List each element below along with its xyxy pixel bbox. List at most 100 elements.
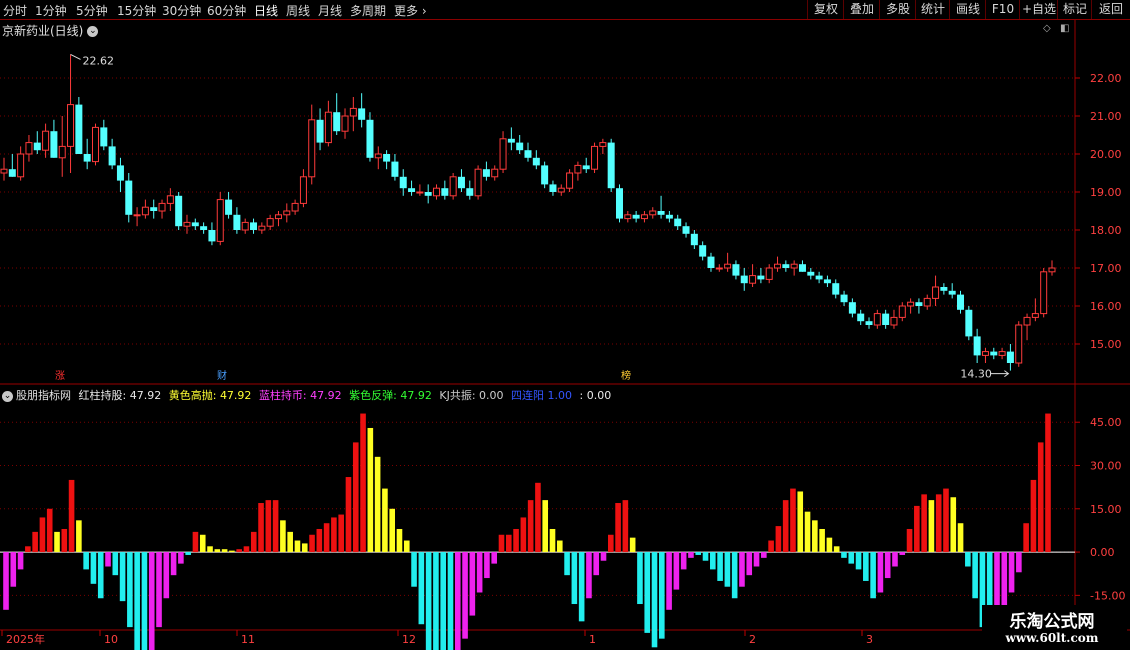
indicator-bar-r (782, 500, 789, 553)
indicator-bar-m (892, 552, 898, 567)
low-price-label: 14.30 (960, 368, 992, 381)
indicator-bar-m (739, 552, 745, 587)
badge-bang[interactable]: 榜 (619, 371, 633, 383)
candle-body-down (732, 264, 740, 276)
indicator-bar-y (199, 534, 206, 553)
indicator-bar-y (54, 531, 60, 553)
candle-body-up (133, 214, 141, 217)
indicator-bar-y (812, 520, 818, 553)
indicator-bar-r (513, 528, 519, 553)
indicator-bar-c (447, 552, 454, 650)
candle-body-down (391, 161, 399, 177)
candle-body-down (250, 222, 258, 230)
indicator-bar-r (1045, 413, 1051, 553)
indicator-bar-r (243, 546, 250, 553)
price-tick-label: 19.00 (1090, 186, 1122, 199)
indicator-bar-c (134, 552, 140, 650)
indicator-bar-r (61, 528, 68, 553)
indicator-bar-y (549, 528, 556, 553)
indicator-bar-y (221, 549, 228, 553)
indicator-tick-label: 0.00 (1090, 546, 1115, 559)
candle-body-down (782, 264, 790, 268)
candle-body-up (907, 301, 915, 307)
indicator-bar-c (870, 552, 876, 599)
chevron-down-icon[interactable]: ⌄ (2, 390, 13, 402)
candle-body-down (383, 154, 391, 162)
field-label-yellow: 黄色高抛: (168, 389, 217, 402)
indicator-bar-r (775, 526, 782, 553)
indicator-bar-r (323, 523, 330, 553)
field-label-kj: KJ共振: (439, 389, 476, 402)
candle-body-down (915, 302, 923, 306)
indicator-bar-r (338, 514, 344, 553)
x-axis-label: 10 (104, 633, 118, 646)
indicator-bar-y (804, 511, 811, 553)
candle-body-down (840, 294, 848, 303)
indicator-bar-m (666, 552, 672, 610)
candle-body-down (807, 271, 815, 276)
main-chart-title-row: 京新药业(日线) ⌄ (2, 22, 99, 38)
candle-body-down (466, 188, 474, 196)
indicator-bar-c (112, 552, 119, 576)
candle-body-down (607, 142, 615, 189)
indicator-bar-c (425, 552, 432, 650)
indicator-bar-r (345, 477, 352, 553)
field-value-red: 47.92 (129, 389, 162, 402)
indicator-bar-c (411, 552, 417, 587)
indicator-bar-r (316, 528, 323, 553)
candle-body-down (674, 218, 682, 227)
candle-body-up (91, 126, 99, 163)
indicator-bar-c (863, 552, 869, 581)
field-value-yellow: 47.92 (219, 389, 252, 402)
candle-body-down (990, 351, 998, 356)
badge-zhang[interactable]: 涨 (53, 371, 67, 383)
candle-body-up (749, 275, 757, 284)
candle-body-up (183, 221, 191, 227)
candle-body-up (1048, 267, 1056, 273)
indicator-bar-m (454, 552, 461, 650)
price-tick-label: 21.00 (1090, 110, 1122, 123)
candle-body-up (591, 145, 599, 170)
indicator-bar-y (950, 497, 957, 553)
candle-body-down (424, 192, 432, 196)
field-value-kj: 0.00 (479, 389, 504, 402)
window-icon[interactable]: ◧ (1060, 23, 1069, 34)
indicator-bar-r (615, 503, 621, 553)
x-axis-label: 2 (749, 633, 756, 646)
candle-body-down (948, 290, 956, 295)
candle-body-down (33, 142, 41, 151)
indicator-bar-m (884, 552, 891, 579)
candle-body-down (823, 279, 831, 284)
indicator-header: ⌄ 股朋指标网 红柱持股: 47.92 黄色高抛: 47.92 蓝柱持币: 47.… (2, 387, 611, 402)
indicator-bar-r (25, 546, 31, 553)
indicator-bar-y (229, 550, 235, 553)
candle-body-down (965, 309, 973, 337)
candle-body-up (283, 210, 291, 216)
indicator-bar-r (272, 500, 279, 553)
indicator-bar-m (476, 552, 483, 593)
indicator-bar-m (1008, 552, 1015, 593)
candle-body-up (158, 202, 166, 212)
candle-body-down (150, 207, 158, 211)
field-label-silianyang: 四连阳 (511, 389, 545, 402)
indicator-bar-y (928, 500, 935, 553)
indicator-bar-r (498, 534, 505, 553)
diamond-icon[interactable]: ◇ (1043, 23, 1051, 34)
indicator-bar-y (207, 546, 213, 553)
candle-body-down (615, 188, 623, 219)
indicator-bar-y (396, 528, 403, 553)
candle-body-down (366, 119, 374, 158)
indicator-bar-c (724, 552, 731, 587)
badge-cai[interactable]: 财 (215, 371, 229, 383)
indicator-bar-y (214, 549, 221, 553)
watermark: 乐淘公式网 www.60lt.com (982, 605, 1127, 649)
candle-body-down (8, 169, 16, 177)
candle-body-down (100, 127, 108, 147)
candle-body-down (125, 180, 133, 215)
indicator-bar-c (702, 552, 709, 561)
indicator-bar-c (731, 552, 738, 599)
chevron-down-icon[interactable]: ⌄ (87, 26, 99, 37)
indicator-bar-m (753, 552, 760, 567)
price-tick-label: 17.00 (1090, 262, 1122, 275)
field-label-red: 红柱持股: (78, 389, 127, 402)
